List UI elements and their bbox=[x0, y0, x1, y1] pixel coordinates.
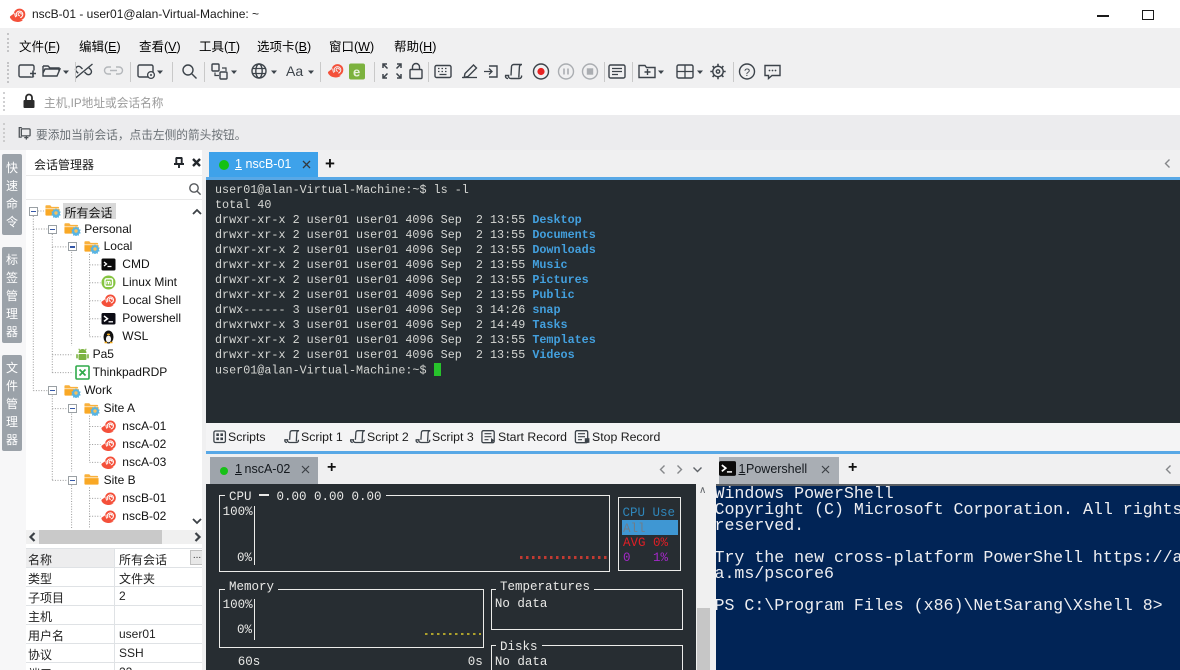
svg-text:Aa: Aa bbox=[286, 63, 303, 79]
svg-text:e: e bbox=[353, 65, 360, 80]
svg-text:?: ? bbox=[744, 67, 750, 79]
